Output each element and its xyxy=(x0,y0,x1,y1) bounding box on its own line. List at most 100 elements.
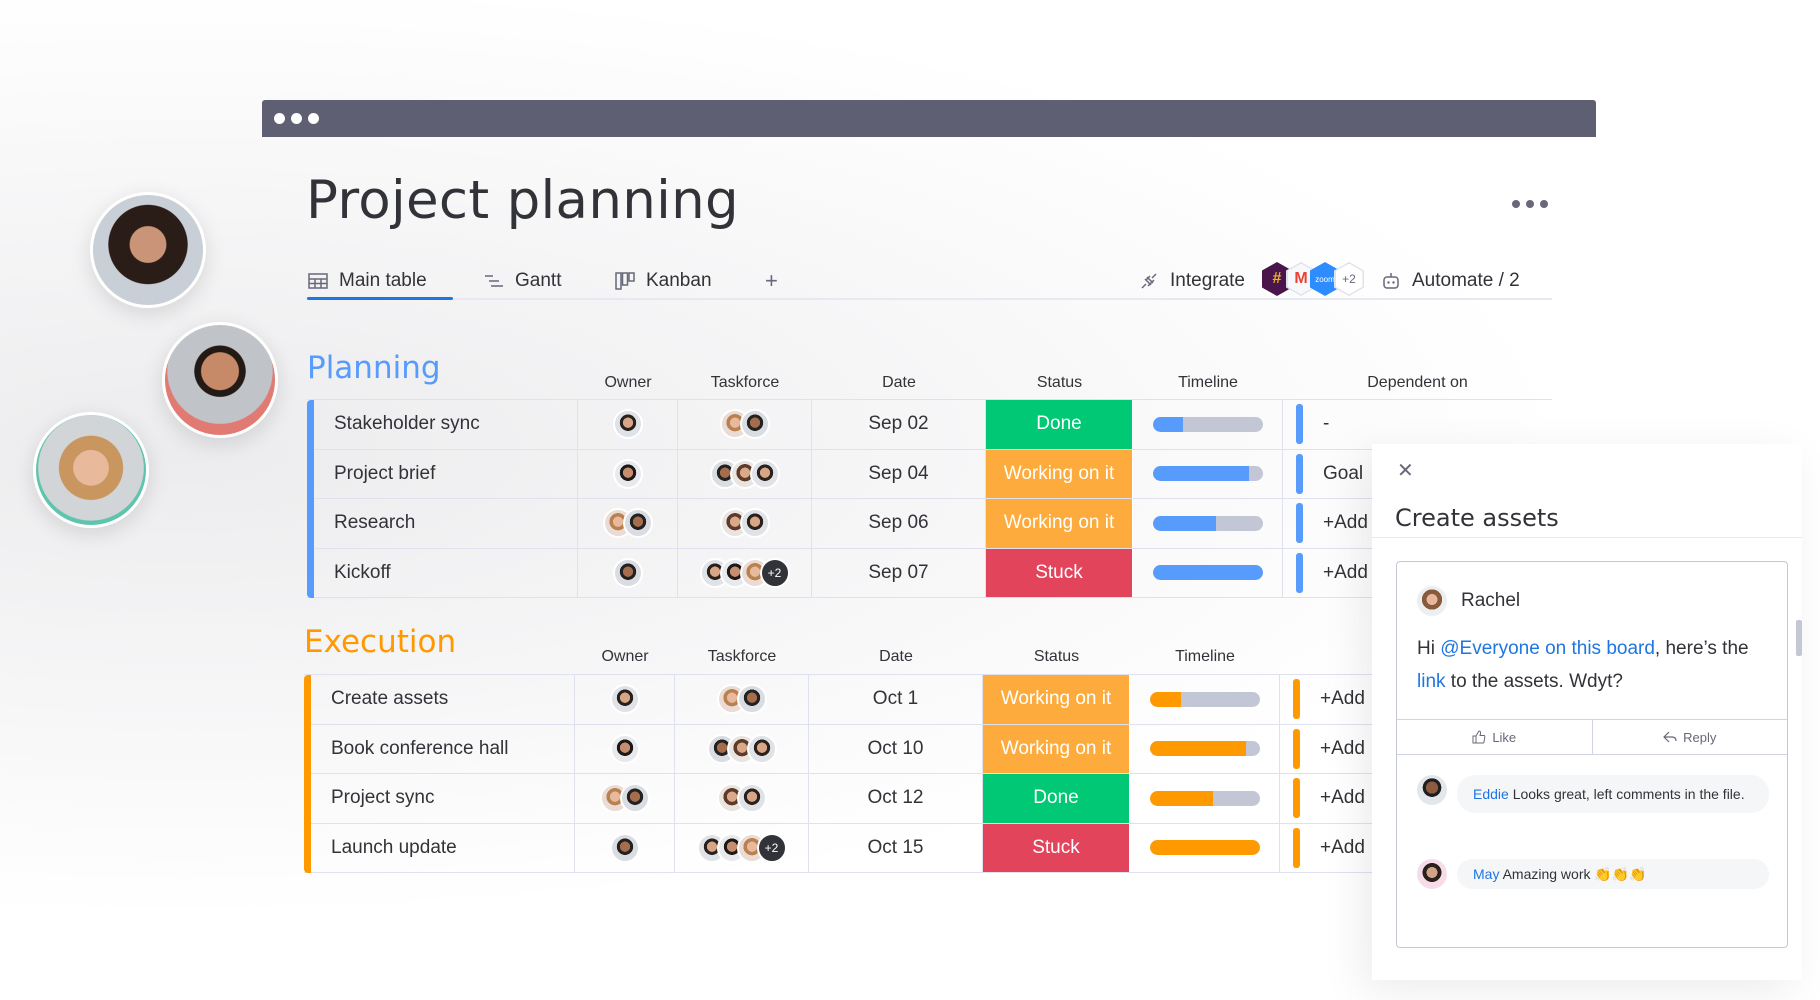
owner-avatars[interactable] xyxy=(599,783,650,814)
timeline-bar[interactable] xyxy=(1149,741,1260,757)
owner-cell[interactable] xyxy=(578,548,678,597)
integrate-button[interactable]: Integrate xyxy=(1138,264,1245,298)
add-view-button[interactable]: + xyxy=(765,264,778,298)
assets-link[interactable]: link xyxy=(1417,671,1446,692)
status-badge[interactable]: Done xyxy=(986,400,1133,449)
owner-cell[interactable] xyxy=(575,675,675,724)
owner-cell[interactable] xyxy=(578,499,678,548)
tab-main-table[interactable]: Main table xyxy=(307,264,453,300)
timeline-bar[interactable] xyxy=(1149,840,1260,856)
owner-cell[interactable] xyxy=(578,400,678,449)
date-cell[interactable]: Oct 15 xyxy=(809,823,983,872)
table-row[interactable]: Project brief Sep 04 Working on it Goal xyxy=(307,449,1552,499)
status-badge[interactable]: Working on it xyxy=(983,675,1130,724)
status-badge[interactable]: Stuck xyxy=(986,548,1133,597)
taskforce-cell[interactable]: +2 xyxy=(678,548,812,597)
task-name[interactable]: Research xyxy=(307,499,578,548)
timeline-bar[interactable] xyxy=(1149,790,1260,806)
reply-author[interactable]: May xyxy=(1473,866,1499,882)
taskforce-cell[interactable]: +2 xyxy=(675,823,809,872)
more-options-button[interactable] xyxy=(1512,200,1548,208)
owner-avatars[interactable] xyxy=(612,557,643,588)
tab-kanban[interactable]: Kanban xyxy=(614,264,712,298)
status-badge[interactable]: Done xyxy=(983,774,1130,823)
taskforce-cell[interactable] xyxy=(678,449,812,498)
table-row[interactable]: Project sync Oct 12 Done +Add xyxy=(304,774,1549,824)
owner-avatars[interactable] xyxy=(612,409,643,440)
column-header-status[interactable]: Status xyxy=(986,374,1133,392)
automate-button[interactable]: Automate / 2 xyxy=(1380,264,1520,298)
taskforce-avatars[interactable] xyxy=(716,684,767,715)
taskforce-cell[interactable] xyxy=(675,724,809,773)
taskforce-cell[interactable] xyxy=(675,675,809,724)
owner-avatars[interactable] xyxy=(602,508,653,539)
owner-avatars[interactable] xyxy=(609,733,640,764)
taskforce-avatars[interactable] xyxy=(709,458,780,489)
taskforce-cell[interactable] xyxy=(678,400,812,449)
group-title-execution[interactable]: Execution xyxy=(304,624,456,660)
owner-cell[interactable] xyxy=(578,449,678,498)
date-cell[interactable]: Sep 07 xyxy=(812,548,986,597)
table-row[interactable]: Launch update +2 Oct 15 Stuck +Add xyxy=(304,823,1549,873)
taskforce-avatars[interactable] xyxy=(706,733,777,764)
status-badge[interactable]: Working on it xyxy=(986,449,1133,498)
table-row[interactable]: Stakeholder sync Sep 02 Done - xyxy=(307,400,1552,450)
status-badge[interactable]: Working on it xyxy=(983,724,1130,773)
timeline-bar[interactable] xyxy=(1149,691,1260,707)
column-header-dependent[interactable]: Dependent on xyxy=(1283,374,1552,392)
owner-avatars[interactable] xyxy=(612,458,643,489)
date-cell[interactable]: Oct 10 xyxy=(809,724,983,773)
task-name[interactable]: Book conference hall xyxy=(304,724,575,773)
status-badge[interactable]: Stuck xyxy=(983,823,1130,872)
reply-button[interactable]: Reply xyxy=(1593,720,1788,754)
table-row[interactable]: Research Sep 06 Working on it +Add xyxy=(307,499,1552,549)
date-cell[interactable]: Oct 12 xyxy=(809,774,983,823)
owner-cell[interactable] xyxy=(575,774,675,823)
tab-gantt[interactable]: Gantt xyxy=(483,264,561,298)
column-header-status[interactable]: Status xyxy=(983,648,1130,666)
like-button[interactable]: Like xyxy=(1397,720,1593,754)
taskforce-cell[interactable] xyxy=(678,499,812,548)
taskforce-avatars[interactable] xyxy=(719,508,770,539)
column-header-date[interactable]: Date xyxy=(809,648,983,666)
date-cell[interactable]: Sep 06 xyxy=(812,499,986,548)
taskforce-avatars[interactable] xyxy=(716,783,767,814)
owner-avatars[interactable] xyxy=(609,832,640,863)
timeline-bar[interactable] xyxy=(1152,416,1263,432)
taskforce-cell[interactable] xyxy=(675,774,809,823)
taskforce-avatars[interactable]: +2 xyxy=(696,832,787,863)
owner-cell[interactable] xyxy=(575,724,675,773)
task-name[interactable]: Kickoff xyxy=(307,548,578,597)
panel-scrollbar[interactable] xyxy=(1796,620,1802,656)
close-icon[interactable]: ✕ xyxy=(1397,458,1414,483)
date-cell[interactable]: Sep 04 xyxy=(812,449,986,498)
column-header-taskforce[interactable]: Taskforce xyxy=(678,374,812,392)
column-header-owner[interactable]: Owner xyxy=(575,648,675,666)
task-name[interactable]: Launch update xyxy=(304,823,575,872)
group-title-planning[interactable]: Planning xyxy=(307,350,441,386)
integration-apps[interactable]: # M zoom +2 xyxy=(1262,262,1364,300)
table-row[interactable]: Create assets Oct 1 Working on it +Add xyxy=(304,675,1549,725)
date-cell[interactable]: Oct 1 xyxy=(809,675,983,724)
taskforce-avatars[interactable]: +2 xyxy=(699,557,790,588)
date-cell[interactable]: Sep 02 xyxy=(812,400,986,449)
table-row[interactable]: Kickoff +2 Sep 07 Stuck +Add xyxy=(307,548,1552,598)
owner-avatars[interactable] xyxy=(609,684,640,715)
column-header-timeline[interactable]: Timeline xyxy=(1133,374,1283,392)
reply-author[interactable]: Eddie xyxy=(1473,786,1509,802)
taskforce-avatars[interactable] xyxy=(719,409,770,440)
dependent-cell[interactable]: - xyxy=(1283,400,1552,449)
mention-link[interactable]: @Everyone on this board xyxy=(1440,638,1655,659)
timeline-bar[interactable] xyxy=(1152,565,1263,581)
column-header-date[interactable]: Date xyxy=(812,374,986,392)
column-header-owner[interactable]: Owner xyxy=(578,374,678,392)
owner-cell[interactable] xyxy=(575,823,675,872)
column-header-timeline[interactable]: Timeline xyxy=(1130,648,1280,666)
timeline-bar[interactable] xyxy=(1152,466,1263,482)
task-name[interactable]: Project brief xyxy=(307,449,578,498)
table-row[interactable]: Book conference hall Oct 10 Working on it +… xyxy=(304,724,1549,774)
column-header-taskforce[interactable]: Taskforce xyxy=(675,648,809,666)
timeline-bar[interactable] xyxy=(1152,515,1263,531)
task-name[interactable]: Create assets xyxy=(304,675,575,724)
task-name[interactable]: Project sync xyxy=(304,774,575,823)
